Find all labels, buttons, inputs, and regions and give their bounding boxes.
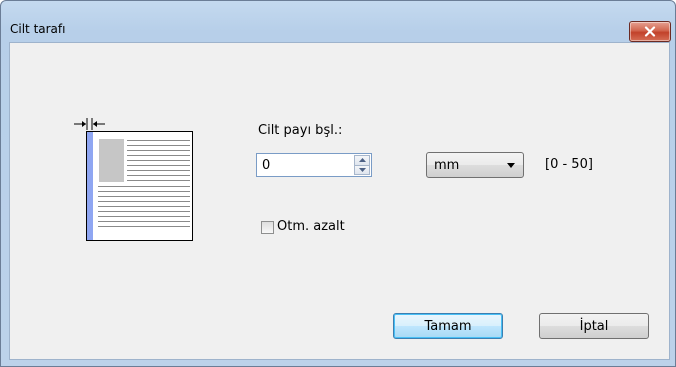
auto-reduce-checkbox[interactable] [261,221,274,234]
close-icon [644,26,656,37]
ok-button[interactable]: Tamam [393,313,503,339]
close-button[interactable] [629,21,671,42]
binding-margin-field[interactable] [262,157,350,173]
binding-margin-spinner[interactable] [354,155,370,175]
unit-dropdown[interactable]: mm [426,152,524,178]
margin-width-icon [74,118,105,130]
cancel-button-label: İptal [579,318,609,334]
unit-selected-value: mm [434,158,460,173]
ok-button-label: Tamam [424,318,472,334]
spin-up-button[interactable] [354,155,370,166]
arrow-down-icon [358,167,366,172]
arrow-up-icon [358,158,366,163]
spin-down-button[interactable] [354,165,370,175]
binding-margin-input[interactable] [256,153,372,177]
dialog-window: Cilt tarafı Cilt payı bşl.: 0 mm [0 - 50… [0,0,676,367]
range-text: [0 - 50] [545,157,593,172]
window-title: Cilt tarafı [10,22,66,36]
dialog-content: Cilt payı bşl.: mm [0 - 50] Otm. azalt [9,42,670,360]
auto-reduce-label[interactable]: Otm. azalt [277,219,345,234]
page-binding-preview-icon [74,118,193,241]
chevron-down-icon [507,163,515,168]
cancel-button[interactable]: İptal [539,313,649,339]
binding-margin-label: Cilt payı bşl.: [258,123,343,138]
title-bar[interactable]: Cilt tarafı [1,1,675,42]
